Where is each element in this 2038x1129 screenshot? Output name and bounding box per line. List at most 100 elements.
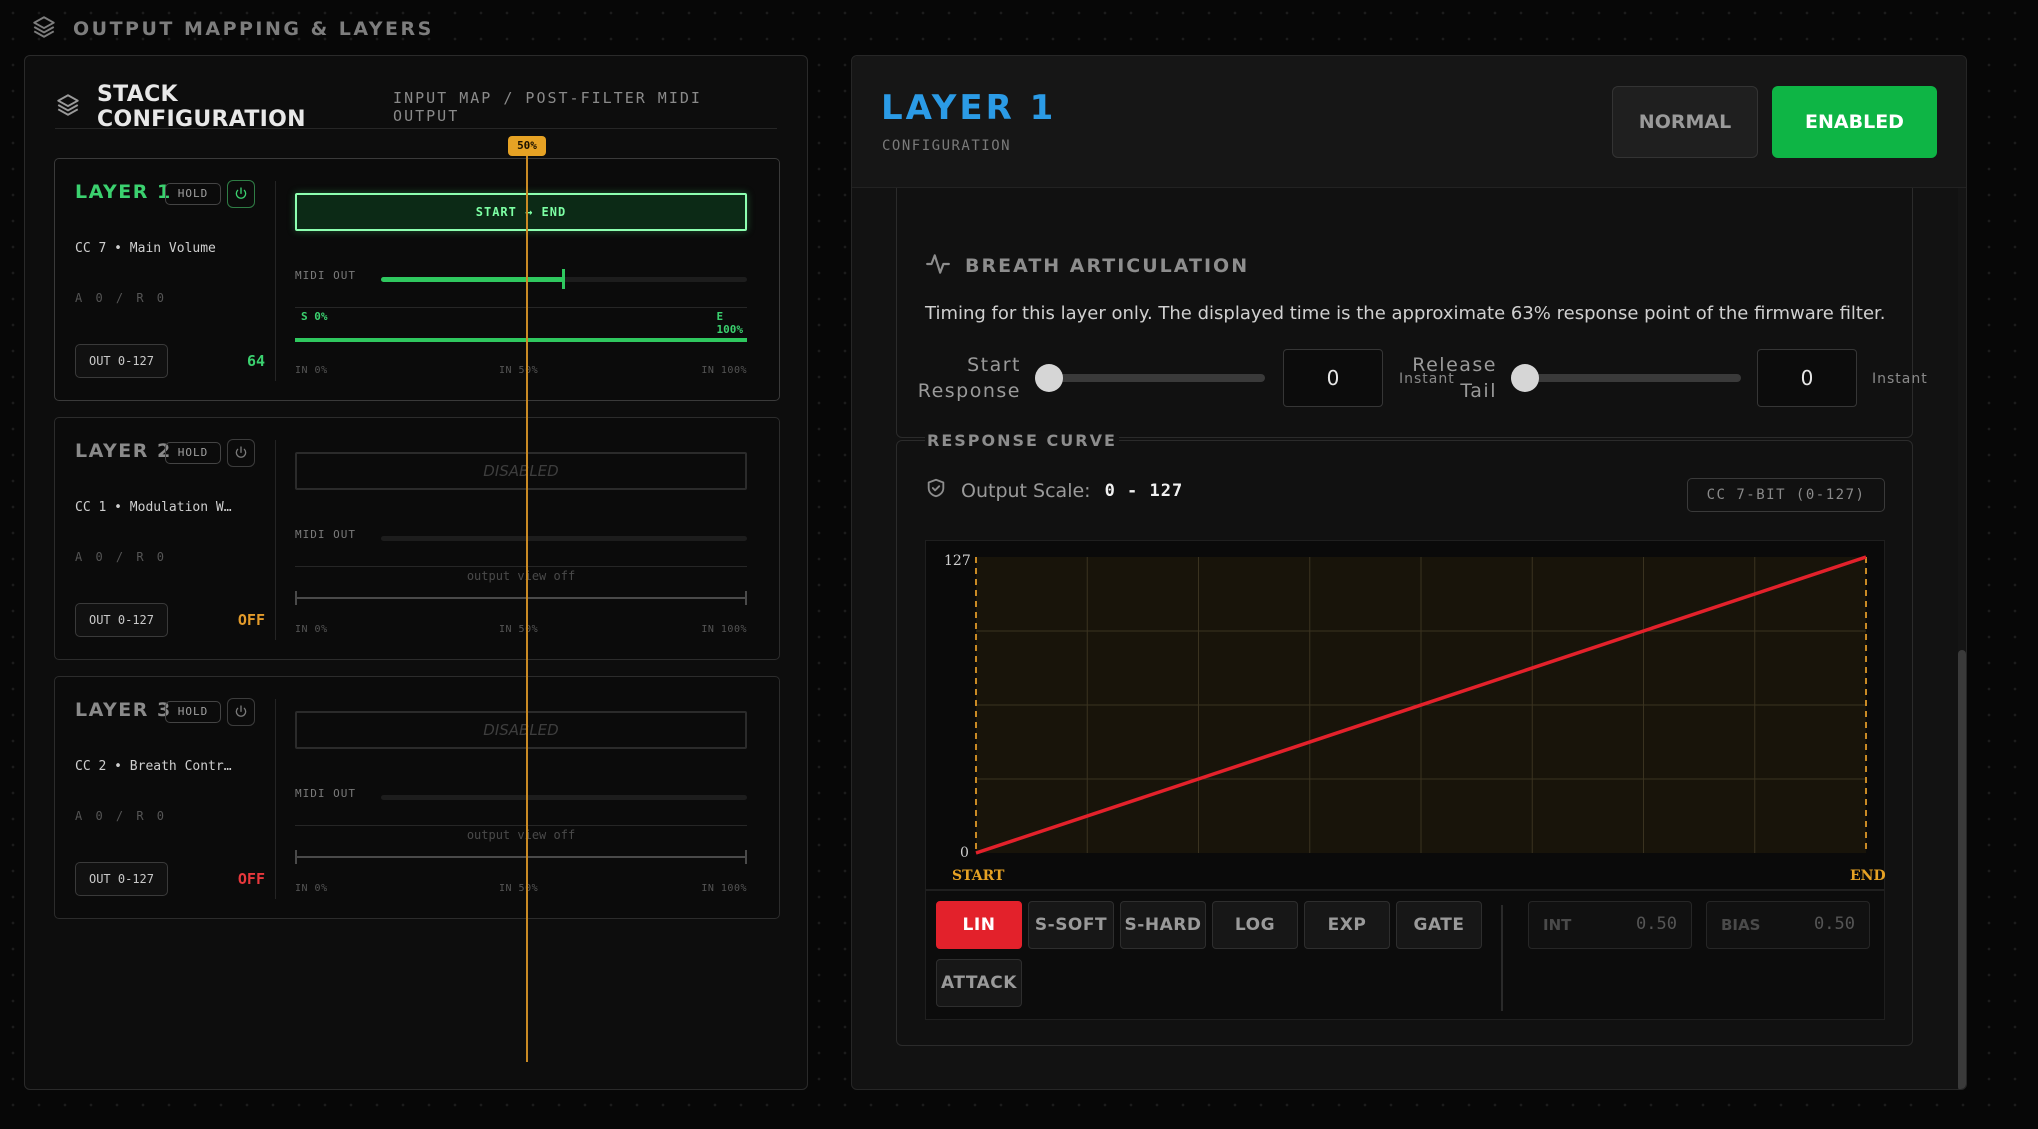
curve-bar — [295, 591, 747, 605]
stack-subtitle: INPUT MAP / POST-FILTER MIDI OUTPUT — [393, 89, 702, 125]
layer-output-value: OFF — [237, 870, 265, 888]
in-label-end: IN 100% — [701, 624, 747, 635]
midi-out-marker — [562, 269, 565, 289]
midi-out-fill — [381, 277, 564, 282]
release-tail-slider[interactable] — [1511, 364, 1741, 392]
enabled-toggle-button[interactable]: ENABLED — [1772, 86, 1937, 158]
in-label-start: IN 0% — [295, 624, 328, 635]
layer-separator — [275, 440, 276, 640]
layer-card-3[interactable]: LAYER 3 HOLD CC 2 • Breath Contr… A 0 / … — [54, 676, 780, 919]
layer-card-1[interactable]: LAYER 1 HOLD CC 7 • Main Volume A 0 / R … — [54, 158, 780, 401]
input-range-bar[interactable]: DISABLED — [295, 711, 747, 749]
int-param[interactable]: INT 0.50 — [1528, 901, 1692, 949]
input-range-bar[interactable]: START → END — [295, 193, 747, 231]
curve-exp-button[interactable]: EXP — [1304, 901, 1390, 949]
output-view-off-label: output view off — [466, 569, 576, 583]
in-label-start: IN 0% — [295, 883, 328, 894]
curve-attack-button[interactable]: ATTACK — [936, 959, 1022, 1007]
layer-detail-title: LAYER 1 — [881, 88, 1057, 128]
power-button[interactable] — [227, 698, 255, 726]
input-range-bar[interactable]: DISABLED — [295, 452, 747, 490]
start-response-label: Start Response — [917, 352, 1021, 404]
int-label: INT — [1543, 916, 1572, 934]
curve-end-value: 100% — [716, 323, 744, 336]
midi-out-label: MIDI OUT — [295, 269, 356, 282]
breath-description: Timing for this layer only. The displaye… — [925, 303, 1886, 324]
curve-s-hard-button[interactable]: S-HARD — [1120, 901, 1206, 949]
scrollbar-thumb[interactable] — [1958, 650, 1966, 1089]
start-response-knob[interactable] — [1035, 364, 1063, 392]
playhead-badge: 50% — [508, 136, 546, 156]
cc-resolution-badge[interactable]: CC 7-BIT (0-127) — [1687, 478, 1885, 512]
layer-name: LAYER 3 — [75, 699, 172, 721]
release-tail-note: Instant — [1872, 371, 1928, 387]
hold-button[interactable]: HOLD — [165, 183, 221, 205]
bias-param[interactable]: BIAS 0.50 — [1706, 901, 1870, 949]
in-label-end: IN 100% — [701, 883, 747, 894]
stack-title: STACK CONFIGURATION — [97, 82, 306, 132]
output-scale-value: 0 - 127 — [1104, 480, 1184, 501]
midi-out-label: MIDI OUT — [295, 787, 356, 800]
in-label-mid: IN 50% — [499, 883, 539, 894]
start-response-input[interactable]: 0 — [1283, 349, 1383, 407]
stack-layers-icon — [55, 92, 81, 122]
midi-out-meter — [381, 795, 747, 800]
playhead-line[interactable] — [526, 136, 528, 1062]
layer-name: LAYER 1 — [75, 181, 172, 203]
hold-button[interactable]: HOLD — [165, 442, 221, 464]
breath-title: BREATH ARTICULATION — [965, 255, 1250, 277]
in-label-mid: IN 50% — [499, 624, 539, 635]
curve-divider — [295, 307, 747, 308]
response-curve-card: RESPONSE CURVE Output Scale: 0 - 127 CC … — [896, 431, 1913, 1046]
shield-icon — [925, 477, 947, 504]
curve-gate-button[interactable]: GATE — [1396, 901, 1482, 949]
output-range-button[interactable]: OUT 0-127 — [75, 344, 168, 378]
layer-info: LAYER 2 HOLD CC 1 • Modulation W… A 0 / … — [75, 418, 265, 659]
release-label-line1: Release — [1412, 354, 1497, 376]
layer-info: LAYER 1 HOLD CC 7 • Main Volume A 0 / R … — [75, 159, 265, 400]
release-tail-input[interactable]: 0 — [1757, 349, 1857, 407]
stack-divider — [55, 128, 777, 129]
output-scale-label: Output Scale: — [961, 479, 1091, 502]
response-curve-title: RESPONSE CURVE — [925, 431, 1119, 450]
output-scale-row: Output Scale: 0 - 127 — [925, 477, 1183, 504]
layer-info: LAYER 3 HOLD CC 2 • Breath Contr… A 0 / … — [75, 677, 265, 918]
bias-value: 0.50 — [1814, 914, 1855, 934]
curve-log-button[interactable]: LOG — [1212, 901, 1298, 949]
controls-separator — [1501, 905, 1503, 1011]
start-label-line1: Start — [967, 354, 1021, 376]
top-header: OUTPUT MAPPING & LAYERS — [31, 14, 434, 44]
midi-out-label: MIDI OUT — [295, 528, 356, 541]
output-range-button[interactable]: OUT 0-127 — [75, 862, 168, 896]
in-label-start: IN 0% — [295, 365, 328, 376]
curve-lin-button[interactable]: LIN — [936, 901, 1022, 949]
layer-card-2[interactable]: LAYER 2 HOLD CC 1 • Modulation W… A 0 / … — [54, 417, 780, 660]
layer-detail-header: LAYER 1 CONFIGURATION NORMAL ENABLED — [852, 56, 1966, 188]
layer-separator — [275, 699, 276, 899]
in-label-mid: IN 50% — [499, 365, 539, 376]
stack-panel: STACK CONFIGURATION INPUT MAP / POST-FIL… — [24, 55, 808, 1090]
power-button[interactable] — [227, 439, 255, 467]
release-label-line2: Tail — [1460, 380, 1497, 402]
start-response-slider[interactable] — [1035, 364, 1265, 392]
output-view-off-label: output view off — [466, 828, 576, 842]
y-min-label: 0 — [960, 845, 969, 861]
layer-detail-panel: BREATH ARTICULATION Timing for this laye… — [851, 55, 1967, 1090]
response-curve-plot[interactable]: 127 0 START END — [925, 540, 1886, 890]
start-label-line2: Response — [917, 380, 1021, 402]
power-button[interactable] — [227, 180, 255, 208]
mode-normal-button[interactable]: NORMAL — [1612, 86, 1758, 158]
output-range-button[interactable]: OUT 0-127 — [75, 603, 168, 637]
release-tail-knob[interactable] — [1511, 364, 1539, 392]
layer-cc: CC 7 • Main Volume — [75, 241, 216, 256]
power-icon — [235, 705, 247, 717]
layer-name: LAYER 2 — [75, 440, 172, 462]
hold-button[interactable]: HOLD — [165, 701, 221, 723]
layer-cc: CC 2 • Breath Contr… — [75, 759, 232, 774]
curve-s-soft-button[interactable]: S-SOFT — [1028, 901, 1114, 949]
pulse-icon — [925, 251, 951, 281]
bias-label: BIAS — [1721, 916, 1761, 934]
in-label-end: IN 100% — [701, 365, 747, 376]
layer-attack-release: A 0 / R 0 — [75, 809, 168, 823]
layer-output-value: OFF — [237, 611, 265, 629]
